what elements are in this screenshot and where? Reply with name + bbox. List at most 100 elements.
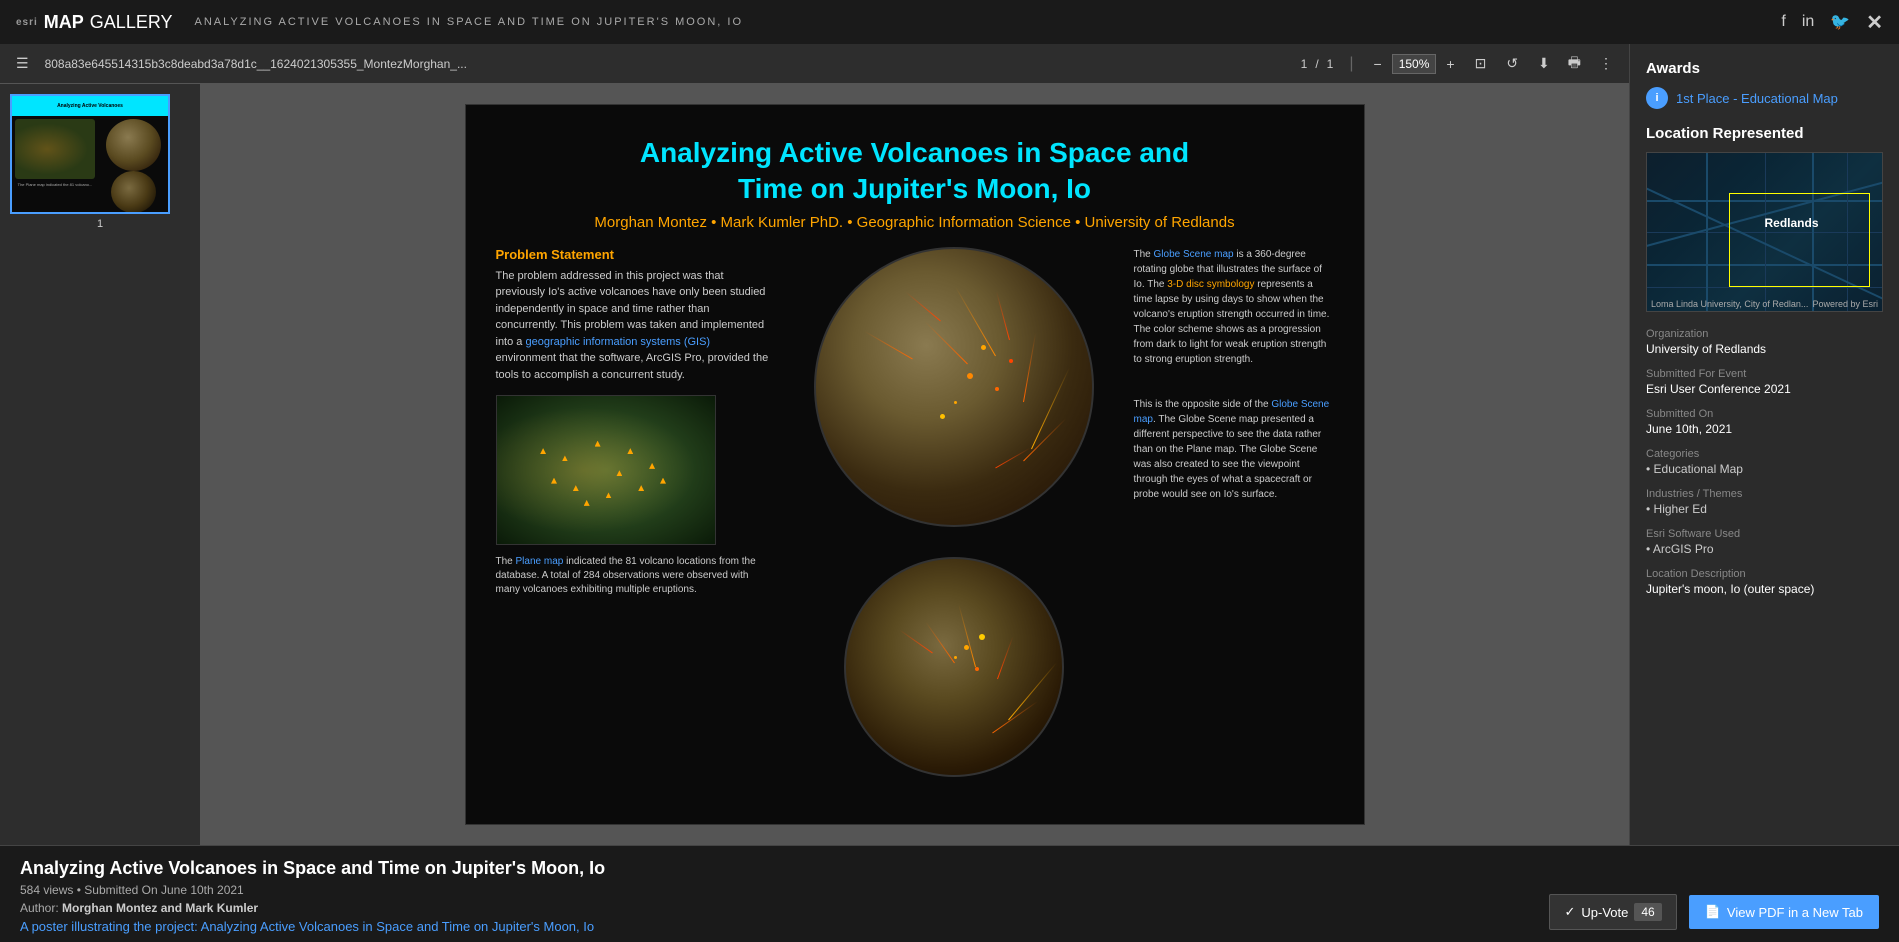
pdf-filename: 808a83e645514315b3c8deabd3a78d1c__162402…	[45, 57, 1289, 71]
submitted-meta: Submitted On June 10th, 2021	[1646, 408, 1883, 436]
thumbnail-page-1[interactable]: Analyzing Active Volcanoes The Plane map…	[10, 94, 190, 230]
submitted-label: Submitted On	[1646, 408, 1883, 420]
rotate-button[interactable]: ↺	[1502, 53, 1522, 74]
event-label: Submitted For Event	[1646, 368, 1883, 380]
zoom-in-button[interactable]: +	[1442, 54, 1458, 74]
pdf-icon: 📄	[1705, 904, 1721, 920]
right-sidebar: Awards i 1st Place - Educational Map Loc…	[1629, 44, 1899, 845]
zoom-out-button[interactable]: −	[1370, 54, 1386, 74]
problem-text: The problem addressed in this project wa…	[496, 268, 774, 384]
award-item: i 1st Place - Educational Map	[1646, 87, 1883, 109]
pdf-main-view[interactable]: Analyzing Active Volcanoes in Space and …	[200, 84, 1629, 845]
view-pdf-button[interactable]: 📄 View PDF in a New Tab	[1689, 895, 1879, 929]
poster-center	[794, 247, 1114, 777]
print-button[interactable]: 🖶	[1564, 50, 1585, 78]
awards-title: Awards	[1646, 60, 1883, 77]
poster-authors: Morghan Montez • Mark Kumler PhD. • Geog…	[496, 214, 1334, 231]
vote-count: 46	[1634, 903, 1661, 921]
categories-meta: Categories Educational Map	[1646, 448, 1883, 476]
globe-scene-note: The Globe Scene map is a 360-degree rota…	[1134, 247, 1334, 367]
upvote-label: Up-Vote	[1581, 905, 1628, 920]
linkedin-icon[interactable]: in	[1802, 13, 1814, 31]
top-bar-social-icons: f in 🐦 ✕	[1781, 10, 1883, 35]
industries-label: Industries / Themes	[1646, 488, 1883, 500]
facebook-icon[interactable]: f	[1781, 13, 1785, 31]
bottom-title: Analyzing Active Volcanoes in Space and …	[20, 858, 1879, 879]
location-desc-value: Jupiter's moon, Io (outer space)	[1646, 582, 1883, 596]
close-button[interactable]: ✕	[1866, 10, 1883, 35]
plane-caption: The Plane map indicated the 81 volcano l…	[496, 555, 774, 597]
upvote-button[interactable]: ✓ Up-Vote 46	[1549, 894, 1676, 930]
award-icon: i	[1646, 87, 1668, 109]
author-label: Author:	[20, 901, 59, 915]
main-layout: ☰ 808a83e645514315b3c8deabd3a78d1c__1624…	[0, 44, 1899, 845]
bottom-bar: Analyzing Active Volcanoes in Space and …	[0, 845, 1899, 942]
org-value: University of Redlands	[1646, 342, 1883, 356]
poster-left: Problem Statement The problem addressed …	[496, 247, 774, 777]
more-options-button[interactable]: ⋮	[1595, 53, 1617, 74]
top-bar: esri MAP GALLERY ANALYZING ACTIVE VOLCAN…	[0, 0, 1899, 44]
globe-bottom	[844, 557, 1064, 777]
software-label: Esri Software Used	[1646, 528, 1883, 540]
pdf-page: Analyzing Active Volcanoes in Space and …	[465, 104, 1365, 825]
org-meta: Organization University of Redlands	[1646, 328, 1883, 356]
pdf-btn-label: View PDF in a New Tab	[1727, 905, 1863, 920]
pdf-page-current: 1	[1301, 57, 1308, 71]
top-bar-subtitle: ANALYZING ACTIVE VOLCANOES IN SPACE AND …	[195, 16, 744, 28]
zoom-level: 150%	[1392, 54, 1437, 74]
submitted-date: Submitted On June 10th 2021	[84, 883, 243, 897]
pdf-page-total: 1	[1327, 57, 1334, 71]
pdf-zoom: − 150% +	[1370, 54, 1459, 74]
pdf-content: Analyzing Active Volcanoes The Plane map…	[0, 84, 1629, 845]
problem-title: Problem Statement	[496, 247, 774, 262]
pdf-nav: 1 / 1	[1301, 57, 1334, 71]
poster-title: Analyzing Active Volcanoes in Space and …	[496, 135, 1334, 208]
location-desc-label: Location Description	[1646, 568, 1883, 580]
event-value: Esri User Conference 2021	[1646, 382, 1883, 396]
plane-map	[496, 395, 716, 545]
award-label: 1st Place - Educational Map	[1676, 91, 1838, 106]
poster-right: The Globe Scene map is a 360-degree rota…	[1134, 247, 1334, 777]
industries-meta: Industries / Themes Higher Ed	[1646, 488, 1883, 516]
globe-main	[814, 247, 1094, 527]
submitted-value: June 10th, 2021	[1646, 422, 1883, 436]
fit-page-button[interactable]: ⊡	[1471, 53, 1491, 74]
thumbnail-image: Analyzing Active Volcanoes The Plane map…	[10, 94, 170, 214]
poster-body: Problem Statement The problem addressed …	[496, 247, 1334, 777]
location-desc-meta: Location Description Jupiter's moon, Io …	[1646, 568, 1883, 596]
mini-poster: Analyzing Active Volcanoes The Plane map…	[12, 96, 168, 212]
org-label: Organization	[1646, 328, 1883, 340]
map-city-label: Redlands	[1765, 216, 1819, 230]
event-meta: Submitted For Event Esri User Conference…	[1646, 368, 1883, 396]
pdf-page-sep: /	[1315, 57, 1318, 71]
thumbnail-panel: Analyzing Active Volcanoes The Plane map…	[0, 84, 200, 845]
author-name: Morghan Montez and Mark Kumler	[62, 901, 258, 915]
category-educational-map: Educational Map	[1646, 462, 1883, 476]
industry-higher-ed: Higher Ed	[1646, 502, 1883, 516]
esri-logo: esri	[16, 17, 38, 28]
categories-label: Categories	[1646, 448, 1883, 460]
map-thumb-content: Redlands Loma Linda University, City of …	[1647, 153, 1882, 311]
pdf-area: ☰ 808a83e645514315b3c8deabd3a78d1c__1624…	[0, 44, 1629, 845]
map-selection-box	[1729, 193, 1870, 288]
map-attribution2: Powered by Esri	[1812, 299, 1878, 309]
gallery-logo: GALLERY	[90, 12, 173, 33]
pdf-toolbar: ☰ 808a83e645514315b3c8deabd3a78d1c__1624…	[0, 44, 1629, 84]
logo-area: esri MAP GALLERY	[16, 12, 173, 33]
twitter-icon[interactable]: 🐦	[1830, 12, 1850, 32]
map-logo: MAP	[44, 12, 84, 33]
checkmark-icon: ✓	[1564, 904, 1575, 920]
top-bar-left: esri MAP GALLERY ANALYZING ACTIVE VOLCAN…	[16, 12, 743, 33]
thumbnail-label: 1	[10, 218, 190, 230]
views-count: 584 views	[20, 883, 73, 897]
location-map: Redlands Loma Linda University, City of …	[1646, 152, 1883, 312]
download-button[interactable]: ⬇	[1534, 53, 1554, 74]
location-title: Location Represented	[1646, 125, 1883, 142]
software-meta: Esri Software Used ArcGIS Pro	[1646, 528, 1883, 556]
pdf-toolbar-right: ⬇ 🖶 ⋮	[1534, 50, 1617, 78]
software-arcgis: ArcGIS Pro	[1646, 542, 1883, 556]
pdf-menu-button[interactable]: ☰	[12, 53, 33, 74]
separator: |	[1349, 55, 1353, 73]
bottom-globe-note: This is the opposite side of the Globe S…	[1134, 397, 1334, 502]
map-attribution: Loma Linda University, City of Redlan...	[1651, 299, 1808, 309]
